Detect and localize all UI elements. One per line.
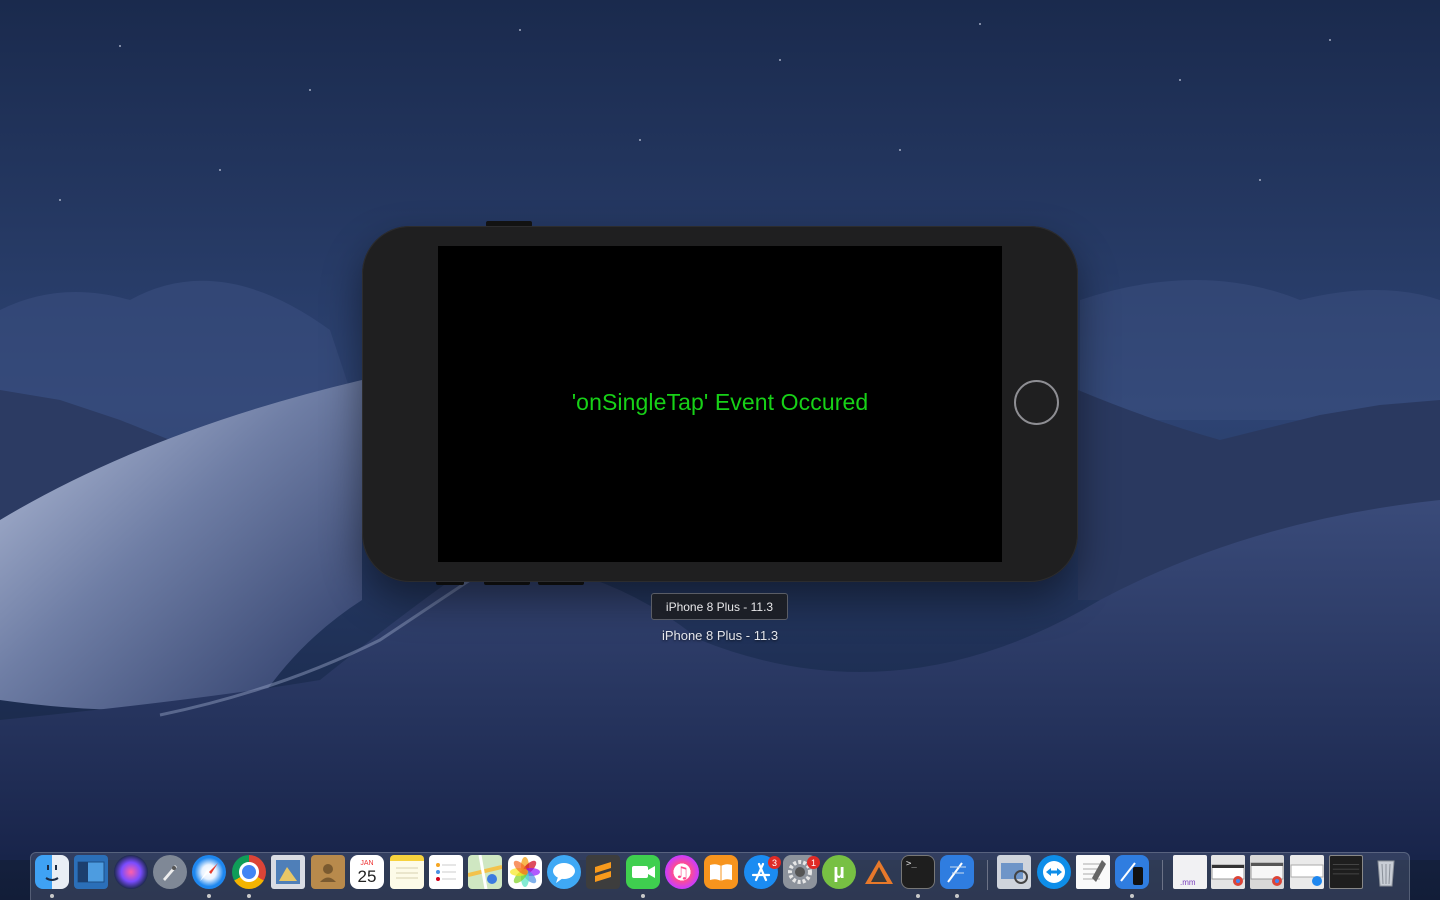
calendar-day: 25: [357, 866, 377, 886]
safari-running-dot: [207, 894, 211, 898]
photos-icon[interactable]: [508, 855, 542, 889]
mm-file-icon[interactable]: .mm: [1173, 855, 1207, 889]
event-message: 'onSingleTap' Event Occured: [571, 388, 869, 415]
phone-screen[interactable]: 'onSingleTap' Event Occured: [438, 246, 1002, 562]
instruments-icon[interactable]: [862, 855, 896, 889]
trash-icon[interactable]: [1369, 855, 1403, 889]
sublime-text-icon[interactable]: [586, 855, 620, 889]
maps-icon[interactable]: [468, 855, 502, 889]
terminal-icon[interactable]: >_: [901, 855, 935, 889]
device-label: iPhone 8 Plus - 11.3: [661, 628, 779, 643]
safari-icon[interactable]: [192, 855, 226, 889]
simulator-window[interactable]: 'onSingleTap' Event Occured: [362, 221, 1078, 585]
home-button[interactable]: [1014, 380, 1059, 425]
launchpad-folder-icon[interactable]: [74, 855, 108, 889]
xcode-running-dot: [955, 894, 959, 898]
reminders-icon[interactable]: [429, 855, 463, 889]
chrome-window-2-icon[interactable]: [1250, 855, 1284, 889]
facetime-running-dot: [641, 894, 645, 898]
app-store-badge: 3: [768, 856, 781, 869]
messages-icon[interactable]: [547, 855, 581, 889]
itunes-icon[interactable]: ♫: [665, 855, 699, 889]
terminal-running-dot: [916, 894, 920, 898]
system-prefs-badge: 1: [807, 856, 820, 869]
chrome-icon[interactable]: [232, 855, 266, 889]
ibooks-icon[interactable]: [704, 855, 738, 889]
calendar-icon[interactable]: JAN 25: [350, 855, 384, 889]
contacts-icon[interactable]: [311, 855, 345, 889]
finder-icon[interactable]: [35, 855, 69, 889]
rocket-icon[interactable]: [153, 855, 187, 889]
notes-icon[interactable]: [390, 855, 424, 889]
siri-icon[interactable]: [114, 855, 148, 889]
finder-running-dot: [50, 894, 54, 898]
preview-images-icon[interactable]: [997, 855, 1031, 889]
xcode-icon[interactable]: [940, 855, 974, 889]
simulator-icon[interactable]: [1115, 855, 1149, 889]
terminal-window-icon[interactable]: [1329, 855, 1363, 889]
chrome-running-dot: [247, 894, 251, 898]
preview-icon[interactable]: [271, 855, 305, 889]
textedit-icon[interactable]: [1076, 855, 1110, 889]
dock-separator: [987, 860, 988, 890]
utorrent-icon[interactable]: µ: [822, 855, 856, 889]
dock-separator-2: [1162, 860, 1163, 890]
simulator-running-dot: [1130, 894, 1134, 898]
safari-window-icon[interactable]: [1290, 855, 1324, 889]
chrome-window-icon[interactable]: [1211, 855, 1245, 889]
facetime-icon[interactable]: [626, 855, 660, 889]
teamviewer-icon[interactable]: [1037, 855, 1071, 889]
device-tooltip: iPhone 8 Plus - 11.3: [651, 593, 788, 620]
